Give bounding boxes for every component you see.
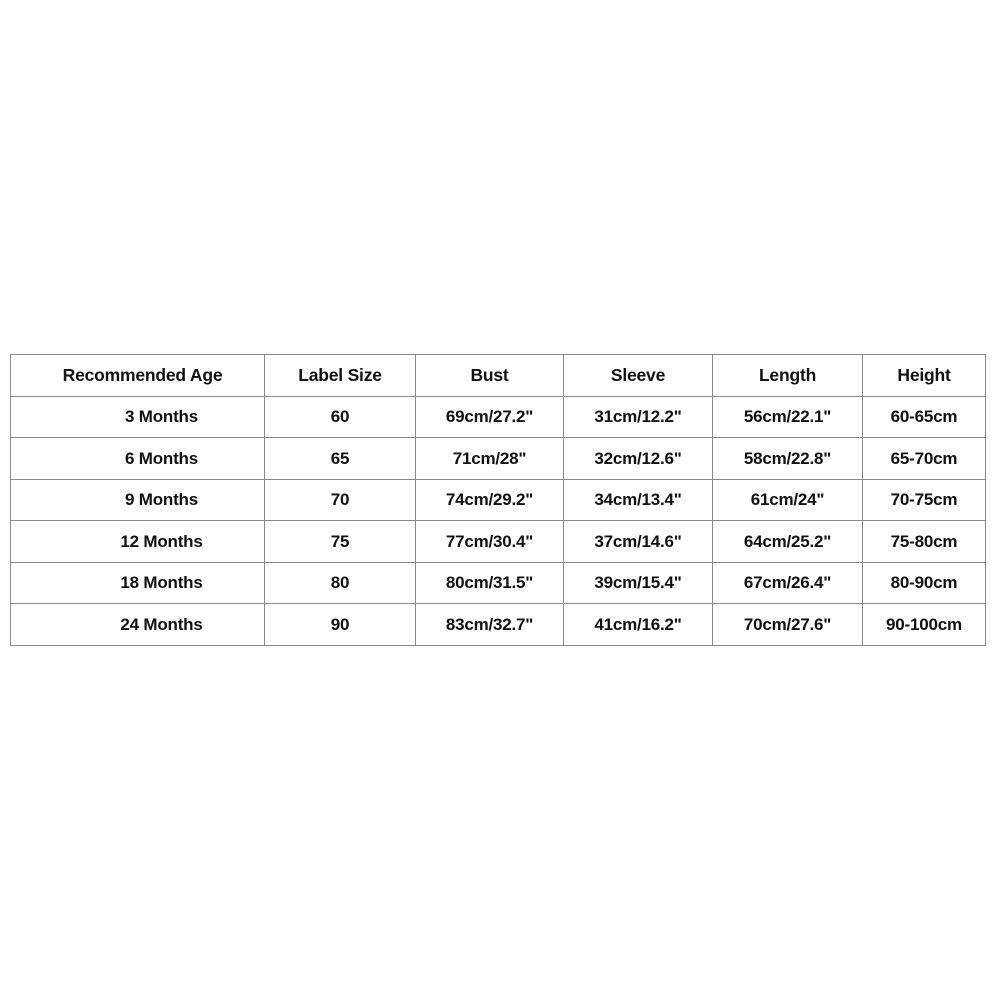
table-row: 18 Months 80 80cm/31.5" 39cm/15.4" 67cm/… bbox=[10, 561, 986, 604]
cell-height: 80-90cm bbox=[862, 561, 986, 604]
cell-length: 56cm/22.1" bbox=[712, 395, 863, 438]
cell-sleeve: 34cm/13.4" bbox=[563, 478, 713, 521]
cell-sleeve: 31cm/12.2" bbox=[563, 395, 713, 438]
cell-bust: 69cm/27.2" bbox=[415, 395, 564, 438]
table-header-row: Recommended Age Label Size Bust Sleeve L… bbox=[10, 354, 986, 397]
cell-length: 64cm/25.2" bbox=[712, 520, 863, 563]
cell-height: 60-65cm bbox=[862, 395, 986, 438]
cell-height: 65-70cm bbox=[862, 437, 986, 480]
table-header: Recommended Age Label Size Bust Sleeve L… bbox=[10, 354, 986, 397]
column-header-label-size: Label Size bbox=[264, 354, 416, 397]
table-row: 12 Months 75 77cm/30.4" 37cm/14.6" 64cm/… bbox=[10, 520, 986, 563]
cell-length: 67cm/26.4" bbox=[712, 561, 863, 604]
cell-bust: 83cm/32.7" bbox=[415, 603, 564, 646]
cell-label-size: 65 bbox=[264, 437, 416, 480]
column-header-height: Height bbox=[862, 354, 986, 397]
cell-label-size: 80 bbox=[264, 561, 416, 604]
cell-bust: 71cm/28" bbox=[415, 437, 564, 480]
table-row: 24 Months 90 83cm/32.7" 41cm/16.2" 70cm/… bbox=[10, 603, 986, 646]
cell-recommended-age: 12 Months bbox=[10, 520, 265, 563]
cell-sleeve: 32cm/12.6" bbox=[563, 437, 713, 480]
cell-length: 70cm/27.6" bbox=[712, 603, 863, 646]
table-row: 6 Months 65 71cm/28" 32cm/12.6" 58cm/22.… bbox=[10, 437, 986, 480]
column-header-recommended-age: Recommended Age bbox=[10, 354, 265, 397]
table-row: 9 Months 70 74cm/29.2" 34cm/13.4" 61cm/2… bbox=[10, 478, 986, 521]
cell-label-size: 60 bbox=[264, 395, 416, 438]
cell-sleeve: 41cm/16.2" bbox=[563, 603, 713, 646]
table-body: 3 Months 60 69cm/27.2" 31cm/12.2" 56cm/2… bbox=[10, 395, 986, 646]
column-header-bust: Bust bbox=[415, 354, 564, 397]
cell-label-size: 75 bbox=[264, 520, 416, 563]
cell-recommended-age: 24 Months bbox=[10, 603, 265, 646]
size-chart-container: Recommended Age Label Size Bust Sleeve L… bbox=[10, 354, 986, 646]
cell-sleeve: 37cm/14.6" bbox=[563, 520, 713, 563]
cell-label-size: 90 bbox=[264, 603, 416, 646]
size-chart-table: Recommended Age Label Size Bust Sleeve L… bbox=[10, 354, 986, 646]
cell-height: 90-100cm bbox=[862, 603, 986, 646]
column-header-length: Length bbox=[712, 354, 863, 397]
cell-label-size: 70 bbox=[264, 478, 416, 521]
cell-height: 75-80cm bbox=[862, 520, 986, 563]
column-header-sleeve: Sleeve bbox=[563, 354, 713, 397]
cell-recommended-age: 6 Months bbox=[10, 437, 265, 480]
cell-length: 61cm/24" bbox=[712, 478, 863, 521]
cell-length: 58cm/22.8" bbox=[712, 437, 863, 480]
cell-bust: 74cm/29.2" bbox=[415, 478, 564, 521]
cell-recommended-age: 9 Months bbox=[10, 478, 265, 521]
cell-bust: 77cm/30.4" bbox=[415, 520, 564, 563]
cell-recommended-age: 3 Months bbox=[10, 395, 265, 438]
cell-height: 70-75cm bbox=[862, 478, 986, 521]
cell-sleeve: 39cm/15.4" bbox=[563, 561, 713, 604]
cell-bust: 80cm/31.5" bbox=[415, 561, 564, 604]
cell-recommended-age: 18 Months bbox=[10, 561, 265, 604]
table-row: 3 Months 60 69cm/27.2" 31cm/12.2" 56cm/2… bbox=[10, 395, 986, 438]
